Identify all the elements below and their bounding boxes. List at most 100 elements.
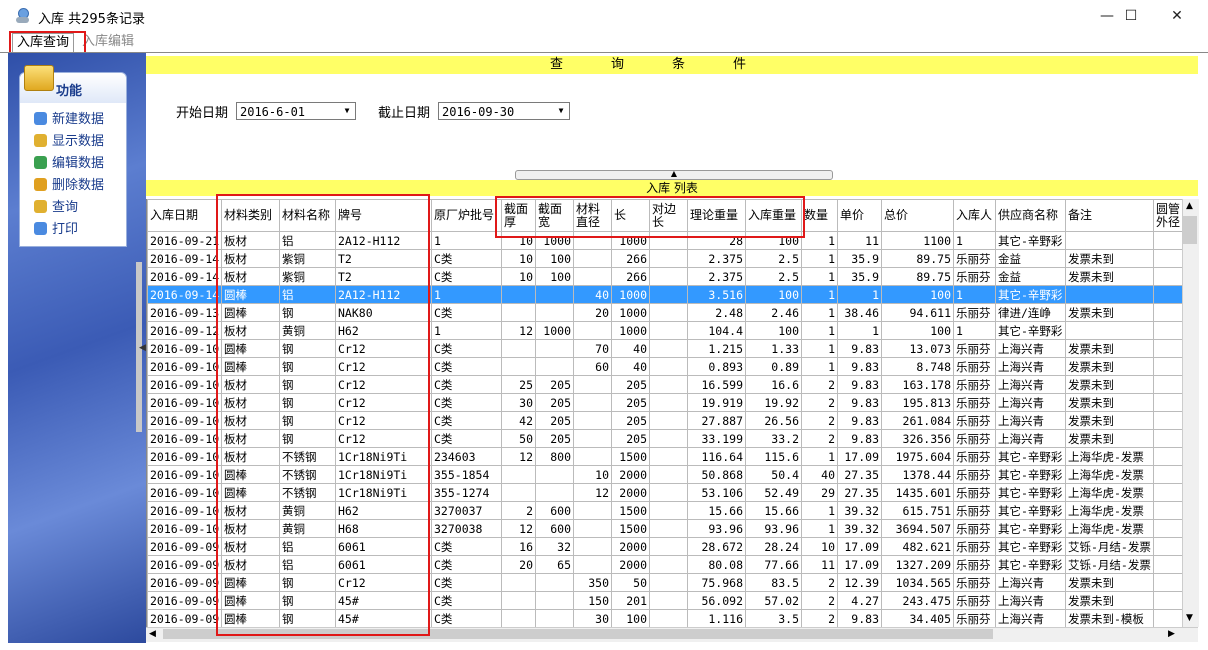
table-cell[interactable]: 板材	[221, 267, 280, 286]
table-cell[interactable]: 482.621	[881, 537, 954, 556]
table-cell[interactable]: 乐丽芬	[953, 357, 996, 376]
table-cell[interactable]: 1.33	[745, 339, 802, 358]
table-cell[interactable]: 钢	[279, 429, 336, 448]
table-cell[interactable]: 钢	[279, 393, 336, 412]
table-cell[interactable]: 乐丽芬	[953, 465, 996, 484]
table-cell[interactable]: 乐丽芬	[953, 249, 996, 268]
table-cell[interactable]: 80.08	[687, 555, 746, 574]
table-cell[interactable]: 16	[501, 537, 536, 556]
table-cell[interactable]: 板材	[221, 501, 280, 520]
table-cell[interactable]	[501, 609, 536, 627]
table-row[interactable]: 2016-09-09 圆棒钢 Cr12 C类 350 50 75.968 83.5 2 12.39…	[147, 573, 1183, 592]
table-cell[interactable]	[649, 321, 688, 340]
table-cell[interactable]	[501, 339, 536, 358]
table-cell[interactable]: 243.475	[881, 591, 954, 610]
table-cell[interactable]: 圆棒	[221, 609, 280, 627]
table-cell[interactable]: 1Cr18Ni9Ti	[335, 447, 432, 466]
table-cell[interactable]: 2.375	[687, 249, 746, 268]
table-cell[interactable]: 39.32	[837, 519, 882, 538]
table-cell[interactable]	[649, 501, 688, 520]
table-cell[interactable]: 黄铜	[279, 519, 336, 538]
table-cell[interactable]: 12.39	[837, 573, 882, 592]
table-cell[interactable]: 1	[801, 231, 838, 250]
table-cell[interactable]	[1153, 537, 1183, 556]
table-row[interactable]: 2016-09-09 圆棒钢 45# C类 150 201 56.092 57.02 2 4.27…	[147, 591, 1183, 610]
table-cell[interactable]: 350	[573, 573, 612, 592]
table-cell[interactable]: 45#	[335, 591, 432, 610]
chevron-down-icon[interactable]: ▼	[339, 103, 355, 119]
table-cell[interactable]	[649, 573, 688, 592]
table-cell[interactable]: 乐丽芬	[953, 573, 996, 592]
table-cell[interactable]	[1153, 501, 1183, 520]
table-cell[interactable]	[1153, 339, 1183, 358]
table-cell[interactable]: 38.46	[837, 303, 882, 322]
table-cell[interactable]: 发票未到	[1065, 375, 1154, 394]
table-cell[interactable]: C类	[431, 555, 502, 574]
table-cell[interactable]: 1	[801, 519, 838, 538]
table-cell[interactable]	[535, 303, 574, 322]
table-cell[interactable]: 2.46	[745, 303, 802, 322]
table-cell[interactable]: C类	[431, 573, 502, 592]
table-cell[interactable]: 57.02	[745, 591, 802, 610]
table-cell[interactable]: C类	[431, 609, 502, 627]
table-cell[interactable]	[1153, 447, 1183, 466]
table-cell[interactable]: H62	[335, 501, 432, 520]
table-cell[interactable]: 1	[837, 285, 882, 304]
table-cell[interactable]: 27.35	[837, 465, 882, 484]
table-cell[interactable]: 1378.44	[881, 465, 954, 484]
table-cell[interactable]: 205	[535, 429, 574, 448]
table-cell[interactable]: 6061	[335, 555, 432, 574]
table-cell[interactable]: 圆棒	[221, 465, 280, 484]
table-cell[interactable]: 2016-09-14	[147, 285, 222, 304]
table-cell[interactable]: 1	[801, 357, 838, 376]
table-cell[interactable]: 205	[611, 429, 650, 448]
table-cell[interactable]: 205	[611, 375, 650, 394]
table-cell[interactable]: 104.4	[687, 321, 746, 340]
table-cell[interactable]	[649, 447, 688, 466]
table-cell[interactable]	[573, 249, 612, 268]
table-cell[interactable]	[1153, 573, 1183, 592]
table-cell[interactable]: 2000	[611, 555, 650, 574]
table-cell[interactable]: 圆棒	[221, 591, 280, 610]
table-cell[interactable]: 60	[573, 357, 612, 376]
table-cell[interactable]: 12	[501, 447, 536, 466]
table-cell[interactable]	[649, 519, 688, 538]
table-cell[interactable]: 其它-辛野彩	[995, 483, 1066, 502]
table-cell[interactable]: 其它-辛野彩	[995, 447, 1066, 466]
table-cell[interactable]: 93.96	[745, 519, 802, 538]
table-cell[interactable]: 1000	[535, 321, 574, 340]
column-header[interactable]: 理论重量	[687, 199, 746, 232]
menu-item-query[interactable]: 查询	[34, 199, 78, 217]
table-row[interactable]: 2016-09-12 板材 黄铜 H62 1 12 1000 1000 104.4 100 1 1 10…	[147, 321, 1183, 340]
table-cell[interactable]: 钢	[279, 609, 336, 627]
table-cell[interactable]: C类	[431, 393, 502, 412]
table-cell[interactable]: 115.6	[745, 447, 802, 466]
table-cell[interactable]	[573, 375, 612, 394]
table-cell[interactable]	[649, 375, 688, 394]
table-cell[interactable]: 17.09	[837, 555, 882, 574]
table-cell[interactable]: 19.919	[687, 393, 746, 412]
table-cell[interactable]: 10	[501, 267, 536, 286]
table-cell[interactable]: 205	[611, 393, 650, 412]
table-cell[interactable]	[649, 249, 688, 268]
end-date-picker[interactable]: 2016-09-30 ▼	[438, 102, 570, 120]
table-cell[interactable]: 100	[745, 231, 802, 250]
table-cell[interactable]: 圆棒	[221, 483, 280, 502]
table-cell[interactable]: 205	[535, 411, 574, 430]
column-header[interactable]: 入库人	[953, 199, 996, 232]
table-cell[interactable]: 2016-09-13	[147, 303, 222, 322]
table-cell[interactable]	[573, 501, 612, 520]
table-cell[interactable]: 圆棒	[221, 339, 280, 358]
column-header[interactable]: 数量	[801, 199, 838, 232]
table-cell[interactable]: 195.813	[881, 393, 954, 412]
table-cell[interactable]: 铝	[279, 285, 336, 304]
table-cell[interactable]: C类	[431, 339, 502, 358]
table-cell[interactable]: 1000	[611, 285, 650, 304]
table-cell[interactable]: C类	[431, 303, 502, 322]
table-cell[interactable]	[649, 591, 688, 610]
table-cell[interactable]: 16.6	[745, 375, 802, 394]
table-cell[interactable]	[535, 483, 574, 502]
table-cell[interactable]: 100	[745, 285, 802, 304]
table-cell[interactable]: 钢	[279, 339, 336, 358]
table-row[interactable]: 2016-09-10 圆棒 不锈钢 1Cr18Ni9Ti 355-1274 12 2000 5…	[147, 483, 1183, 502]
